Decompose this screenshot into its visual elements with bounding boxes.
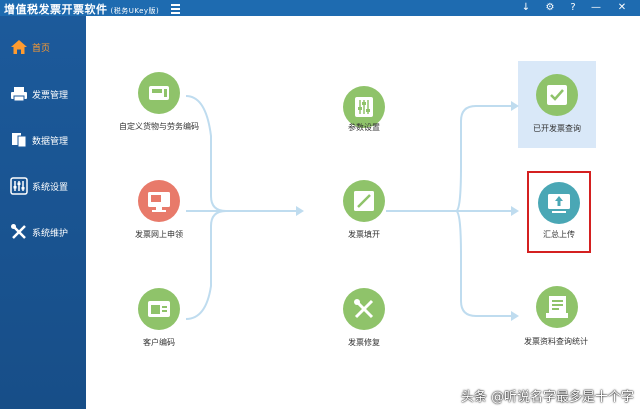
data-stats-button[interactable] [536, 286, 578, 328]
invoice-repair-button[interactable] [343, 288, 385, 330]
params-label: 参数设置 [348, 123, 380, 132]
sliders-icon [10, 177, 28, 195]
checked-doc-icon [547, 85, 567, 105]
sidebar-item-home[interactable]: 首页 [0, 32, 86, 62]
data-icon [12, 133, 27, 148]
pen-paper-icon [354, 191, 374, 211]
tools-icon [354, 299, 374, 319]
settings-icon[interactable]: ⚙ [540, 0, 560, 16]
sidebar-item-label: 数据管理 [32, 137, 69, 147]
printer-icon [11, 87, 27, 102]
sidebar-item-label: 系统维护 [32, 229, 69, 239]
upload-monitor-icon [548, 194, 570, 213]
monitor-invoice-icon [148, 192, 170, 212]
customer-code-label: 客户编码 [143, 338, 175, 347]
invoice-apply-button[interactable] [138, 180, 180, 222]
app-title: 增值税发票开票软件 (税务UKey版) [4, 1, 159, 17]
goods-code-button[interactable] [138, 72, 180, 114]
menu-icon[interactable] [169, 0, 183, 16]
download-icon[interactable]: ↓ [516, 0, 536, 16]
app-subtitle: (税务UKey版) [110, 7, 160, 15]
data-stats-label: 发票资料查询统计 [524, 337, 588, 346]
tools-icon [11, 224, 26, 239]
doc-stack-icon [546, 296, 568, 318]
main-panel: 自定义货物与劳务编码 发票网上申领 客户编码 参数设置 发票填开 发票修复 已开… [86, 16, 640, 409]
wallet-card-icon [148, 301, 170, 317]
sidebar-item-system-settings[interactable]: 系统设置 [0, 171, 86, 201]
issued-query-label: 已开发票查询 [533, 124, 581, 133]
customer-code-button[interactable] [138, 288, 180, 330]
sidebar-item-label: 系统设置 [32, 183, 69, 193]
watermark: 头条 @听说名字最多是十个字 [460, 390, 634, 405]
home-icon [11, 40, 27, 54]
goods-code-label: 自定义货物与劳务编码 [119, 122, 199, 131]
sidebar-item-data-management[interactable]: 数据管理 [0, 125, 86, 155]
sidebar-item-label: 发票管理 [32, 91, 69, 101]
app-title-text: 增值税发票开票软件 [4, 3, 108, 16]
invoice-apply-label: 发票网上申领 [135, 230, 183, 239]
title-bar: 增值税发票开票软件 (税务UKey版) ↓ ⚙ ? — ✕ [0, 0, 640, 16]
issued-query-button[interactable] [536, 74, 578, 116]
sidebar-item-label: 首页 [32, 44, 51, 54]
close-button[interactable]: ✕ [612, 0, 632, 16]
invoice-fill-label: 发票填开 [348, 230, 380, 239]
sidebar: 首页 发票管理 数据管理 系统设置 系统维护 [0, 16, 86, 409]
minimize-button[interactable]: — [586, 0, 606, 16]
goods-card-icon [149, 86, 169, 100]
summary-upload-button[interactable] [538, 182, 580, 224]
summary-upload-label: 汇总上传 [543, 230, 575, 239]
help-icon[interactable]: ? [563, 0, 583, 16]
sidebar-item-system-maintenance[interactable]: 系统维护 [0, 217, 86, 247]
sidebar-item-invoice-management[interactable]: 发票管理 [0, 79, 86, 109]
invoice-repair-label: 发票修复 [348, 338, 380, 347]
invoice-fill-button[interactable] [343, 180, 385, 222]
